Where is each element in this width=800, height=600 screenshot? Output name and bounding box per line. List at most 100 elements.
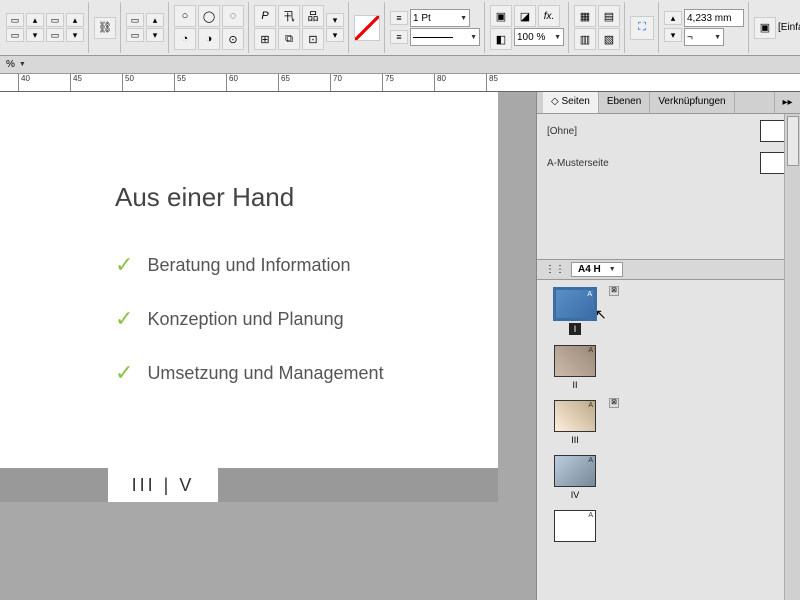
close-icon[interactable]: ⊠ xyxy=(609,286,619,296)
tool-btn[interactable]: ▭ xyxy=(6,13,24,27)
horizontal-ruler[interactable]: 40 45 50 55 60 65 70 75 80 85 xyxy=(0,74,800,92)
ruler-tick: 55 xyxy=(174,74,186,91)
page[interactable]: Aus einer Hand ✓ Beratung und Informatio… xyxy=(0,92,498,502)
page-thumb-1[interactable]: A ⊠ ↖ I xyxy=(545,288,605,335)
paragraph-icon[interactable]: P xyxy=(254,5,276,27)
tool-icon[interactable]: ◧ xyxy=(490,28,512,50)
thumb-image[interactable]: A xyxy=(554,510,596,542)
align-icon[interactable]: ▥ xyxy=(574,28,596,50)
scrollbar-vertical[interactable] xyxy=(784,114,800,600)
page-footer[interactable]: III | V xyxy=(0,468,498,502)
chevron-down-icon[interactable]: ▼ xyxy=(19,61,26,68)
no-fill-icon[interactable] xyxy=(354,15,380,41)
bullet-item[interactable]: ✓ Umsetzung und Management xyxy=(115,360,384,386)
page-number[interactable]: III | V xyxy=(108,468,218,502)
arrow-down-icon[interactable]: ▾ xyxy=(146,28,164,42)
align-icon[interactable]: ▦ xyxy=(574,5,596,27)
master-row-none[interactable]: [Ohne] xyxy=(547,120,790,142)
tool-icon[interactable]: ⊞ xyxy=(254,28,276,50)
bullet-item[interactable]: ✓ Konzeption und Planung xyxy=(115,306,344,332)
zoom-select[interactable]: 100 %▼ xyxy=(514,28,564,46)
circle-icon[interactable]: ◌ xyxy=(222,5,244,27)
bullet-item[interactable]: ✓ Beratung und Information xyxy=(115,252,351,278)
close-icon[interactable]: ⊠ xyxy=(609,398,619,408)
arrow-up-icon[interactable]: ▴ xyxy=(146,13,164,27)
fx-icon[interactable]: fx. xyxy=(538,5,560,27)
tool-icon[interactable]: ⧉ xyxy=(278,28,300,50)
page-thumbnails: A ⊠ ↖ I A II A ⊠ III A xyxy=(537,280,800,600)
arrow-icon[interactable]: ▾ xyxy=(326,28,344,42)
zoom-value: 100 % xyxy=(517,32,545,43)
stroke-icon[interactable]: ≡ xyxy=(390,11,408,25)
tool-icon[interactable]: ▣ xyxy=(490,5,512,27)
page-thumb-2[interactable]: A II xyxy=(545,345,605,390)
circle-icon[interactable]: ◯ xyxy=(198,5,220,27)
tool-icon[interactable]: ⊡ xyxy=(302,28,324,50)
object-style-icon[interactable]: ▣ xyxy=(754,17,776,39)
align-icon[interactable]: ▧ xyxy=(598,28,620,50)
tab-seiten[interactable]: ◇ Seiten xyxy=(543,92,599,113)
page-thumb-5[interactable]: A xyxy=(545,510,605,542)
circle-icon[interactable]: ○ xyxy=(174,5,196,27)
ruler-tick: 85 xyxy=(486,74,498,91)
thumb-image[interactable]: A xyxy=(554,345,596,377)
arrow-icon[interactable]: ▾ xyxy=(326,13,344,27)
master-row-a[interactable]: A-Musterseite xyxy=(547,152,790,174)
page-thumb-3[interactable]: A ⊠ III xyxy=(545,400,605,445)
cursor-icon: ↖ xyxy=(595,306,607,323)
stroke-style-select[interactable]: ▼ xyxy=(410,28,480,46)
tool-btn[interactable]: ▭ xyxy=(126,28,144,42)
main-toolbar: ▭ ▭ ▴ ▾ ▭ ▭ ▴ ▾ ⛓ ▭ ▭ ▴ ▾ ○ ◯ xyxy=(0,0,800,56)
page-thumb-4[interactable]: A IV xyxy=(545,455,605,500)
tool-btn[interactable]: ▭ xyxy=(6,28,24,42)
thumb-label: I xyxy=(569,323,582,335)
thumb-image[interactable]: A xyxy=(554,288,596,320)
style-label: [Einfacher xyxy=(778,22,800,33)
scroll-thumb[interactable] xyxy=(787,116,799,166)
ruler-tick: 45 xyxy=(70,74,82,91)
corner-select[interactable]: ¬▼ xyxy=(684,28,724,46)
ruler-tick: 65 xyxy=(278,74,290,91)
check-icon: ✓ xyxy=(115,306,133,332)
master-label: A-Musterseite xyxy=(547,158,609,169)
page-heading[interactable]: Aus einer Hand xyxy=(115,182,294,213)
tool-icon[interactable]: 品 xyxy=(302,5,324,27)
document-canvas[interactable]: Aus einer Hand ✓ Beratung und Informatio… xyxy=(0,92,536,600)
arrow-up-icon[interactable]: ▴ xyxy=(26,13,44,27)
arrow-down-icon[interactable]: ▾ xyxy=(664,28,682,42)
master-label: [Ohne] xyxy=(547,126,577,137)
arrow-up-icon[interactable]: ▴ xyxy=(66,13,84,27)
align-icon[interactable]: ▤ xyxy=(598,5,620,27)
shape-icon[interactable]: ⊙ xyxy=(222,28,244,50)
bullet-text: Beratung und Information xyxy=(147,255,350,276)
tool-icon[interactable]: ◪ xyxy=(514,5,536,27)
ruler-tick: 80 xyxy=(434,74,446,91)
stroke-weight-select[interactable]: 1 Pt▼ xyxy=(410,9,470,27)
link-icon[interactable]: ⛓ xyxy=(94,17,116,39)
tool-icon[interactable]: 卂 xyxy=(278,5,300,27)
grip-icon: ⋮⋮ xyxy=(545,264,565,275)
thumb-label: II xyxy=(572,380,577,390)
tool-btn[interactable]: ▭ xyxy=(46,13,64,27)
arrow-down-icon[interactable]: ▾ xyxy=(26,28,44,42)
stroke-icon[interactable]: ≡ xyxy=(390,30,408,44)
tab-verknuepfungen[interactable]: Verknüpfungen xyxy=(650,92,734,113)
frame-icon[interactable]: ⛶ xyxy=(630,16,654,40)
check-icon: ✓ xyxy=(115,252,133,278)
shape-icon[interactable]: ◔ xyxy=(174,28,196,50)
thumb-image[interactable]: A xyxy=(554,455,596,487)
ruler-tick: 40 xyxy=(18,74,30,91)
tool-btn[interactable]: ▭ xyxy=(126,13,144,27)
thumb-image[interactable]: A xyxy=(554,400,596,432)
shape-icon[interactable]: ◑ xyxy=(198,28,220,50)
measure-input[interactable] xyxy=(684,9,744,27)
page-size-select[interactable]: A4 H ▼ xyxy=(571,262,623,277)
tab-ebenen[interactable]: Ebenen xyxy=(599,92,650,113)
panel-menu-icon[interactable]: ▸▸ xyxy=(774,92,800,113)
bullet-text: Umsetzung und Management xyxy=(147,363,383,384)
arrow-down-icon[interactable]: ▾ xyxy=(66,28,84,42)
arrow-up-icon[interactable]: ▴ xyxy=(664,11,682,25)
ruler-tick: 60 xyxy=(226,74,238,91)
tool-btn[interactable]: ▭ xyxy=(46,28,64,42)
page-size-row: ⋮⋮ A4 H ▼ xyxy=(537,260,800,280)
